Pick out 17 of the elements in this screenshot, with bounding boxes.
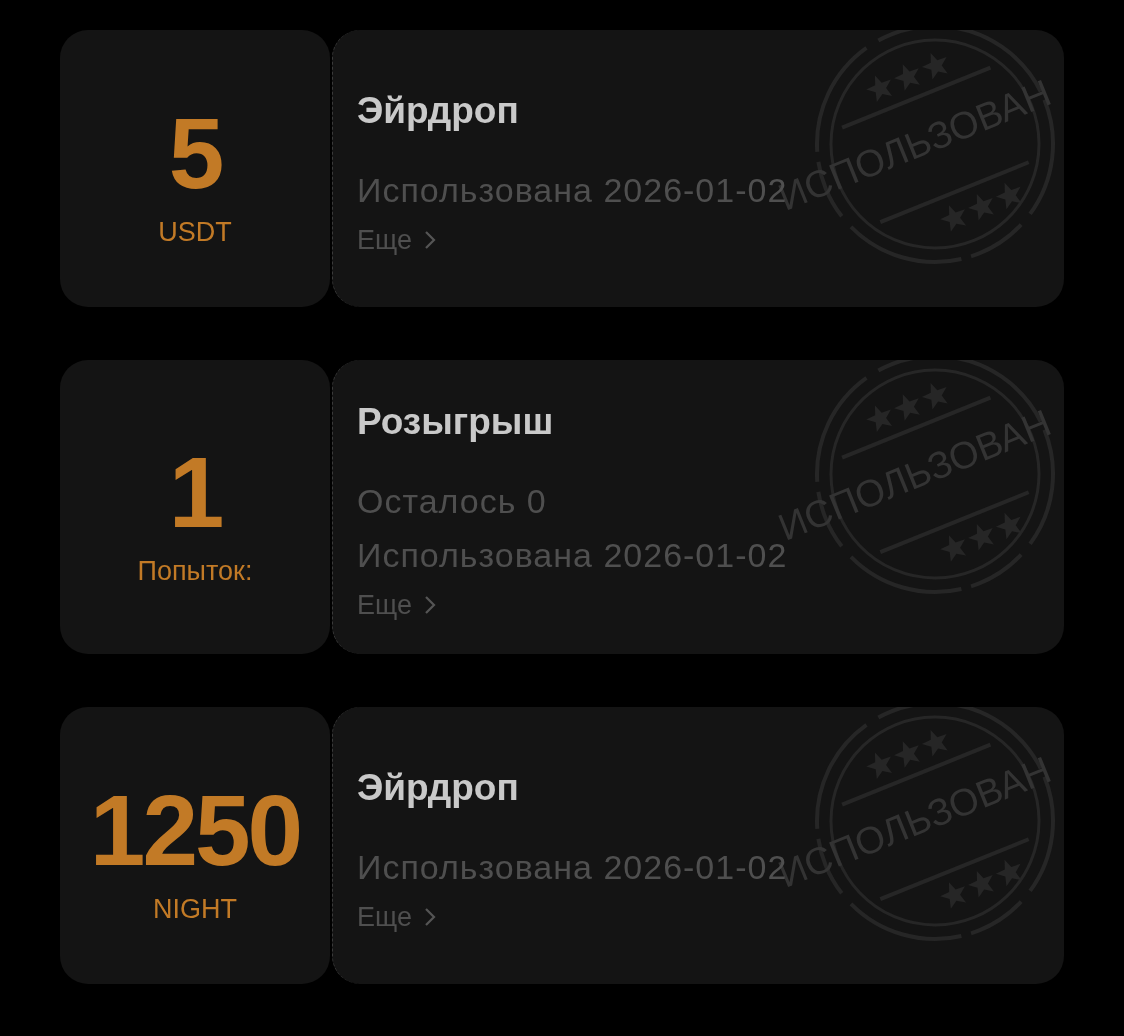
coupon-unit: NIGHT [153,894,237,925]
more-link[interactable]: Еще [357,582,436,628]
coupon-amount: 1 [168,441,222,542]
more-link[interactable]: Еще [357,893,436,940]
coupon-unit: Попыток: [137,555,253,587]
coupon-title: Эйрдроп [357,88,520,133]
coupon-amount: 1250 [89,780,301,880]
coupon-title: Розыгрыш [357,400,555,444]
chevron-right-icon [423,906,436,927]
chevron-right-icon [423,595,436,615]
chevron-right-icon [423,229,436,250]
coupon-title: Эйрдроп [357,765,520,810]
more-link[interactable]: Еще [357,216,436,263]
coupon-detail: Осталось 0 [357,481,548,522]
coupon-detail: Использована 2026-01-02 [357,536,788,576]
coupon-amount: 5 [168,103,222,203]
coupon-unit: USDT [158,217,232,248]
